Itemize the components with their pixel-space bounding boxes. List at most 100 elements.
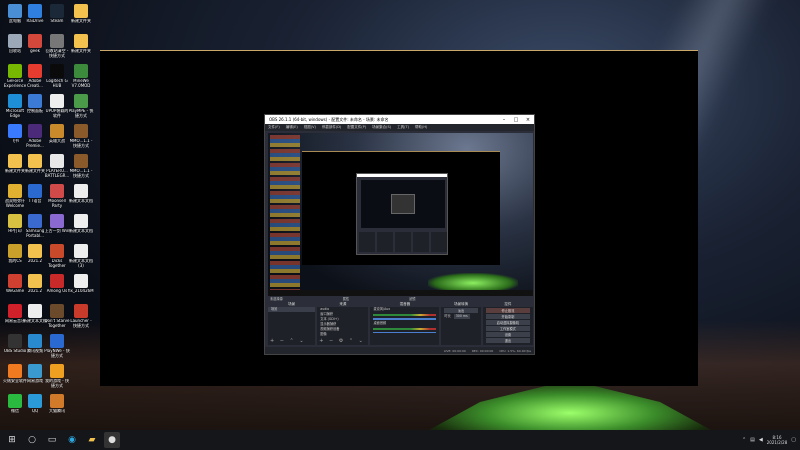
desktop-icon[interactable]: Steam: [44, 4, 70, 34]
source-item[interactable]: 图像: [317, 332, 368, 337]
desktop-icon[interactable]: 新建文件夹: [68, 4, 94, 34]
task-view-icon[interactable]: ▭: [44, 432, 60, 448]
obs-preview[interactable]: [268, 133, 533, 296]
mixer-channel-mic: 麦克风/Aux: [373, 307, 391, 311]
desktop-icon[interactable]: 新建文件夹: [68, 34, 94, 64]
control-button[interactable]: 退出: [485, 338, 530, 343]
app-icon: [50, 34, 64, 48]
desktop-icon-label: fix_210426MP: [68, 289, 94, 293]
scene-add-remove-controls[interactable]: + − ⌃ ⌄: [270, 338, 306, 344]
desktop-icon[interactable]: MMO...1.1 - 快捷方式: [68, 154, 94, 184]
menu-item[interactable]: 编辑(E): [286, 125, 298, 130]
app-icon: [28, 64, 42, 78]
menu-item[interactable]: 文件(F): [268, 125, 280, 130]
desktop-icon[interactable]: PLAYERU... BATTLEGR...: [44, 154, 70, 184]
volume-icon[interactable]: ◀: [759, 437, 763, 443]
network-icon[interactable]: ▤: [750, 437, 755, 443]
app-icon: [50, 364, 64, 378]
desktop-icon-label: Logitech G HUB: [46, 79, 68, 88]
desktop-icon[interactable]: Logitech G HUB: [44, 64, 70, 94]
menu-item[interactable]: 工具(T): [397, 125, 409, 130]
desktop-icon[interactable]: Don't Starve Together: [44, 304, 70, 334]
obs-menu-bar[interactable]: 文件(F) 编辑(E) 视图(V) 停靠部件(D) 配置文件(P) 场景集合(S) 工具(T…: [265, 124, 534, 131]
app-icon: [8, 4, 22, 18]
desktop-icon[interactable]: PlayNWe - 快捷方式: [44, 334, 70, 364]
clock[interactable]: 8:16 2021/2/28: [767, 435, 788, 445]
desktop-icon-label: [68, 409, 94, 418]
obs-status-bar: LIVE: 00:00:00 REC: 00:00:00 CPU: 1.5%, 60…: [265, 347, 534, 354]
desktop-icon-label: PlayMPE - 快捷方式: [68, 109, 94, 118]
menu-item[interactable]: 场景集合(S): [372, 125, 391, 130]
preview-desktop-icons: [270, 135, 300, 290]
control-button[interactable]: 工作室模式: [485, 326, 530, 331]
desktop-icon[interactable]: 上古一剑 Win: [44, 214, 70, 244]
desktop-icon-grid: 此电脑 RaiDrive Steam 新建文件夹 回收站 geek 回收站清空 - 快捷方式…: [0, 0, 100, 430]
desktop-volume-meter: [373, 327, 437, 330]
obs-window[interactable]: OBS 26.1.1 (64-bit, windows) - 配置文件: 未命名…: [264, 114, 535, 355]
desktop-icon[interactable]: 大猫腾讯: [44, 394, 70, 424]
desktop-icon[interactable]: 新建文本文档: [68, 184, 94, 214]
desktop-icon-label: Don't Starve Together: [44, 319, 70, 328]
control-button[interactable]: 启动虚拟摄像机: [485, 320, 530, 325]
app-icon: [28, 394, 42, 408]
desktop-icon-label: PLAYERU... BATTLEGR...: [44, 169, 70, 178]
desktop-icon[interactable]: 英雄大战: [44, 124, 70, 154]
menu-item[interactable]: 配置文件(P): [347, 125, 366, 130]
control-button[interactable]: 开始录制: [485, 314, 530, 319]
search-icon[interactable]: ○: [24, 432, 40, 448]
desktop-icon[interactable]: 回收站清空 - 快捷方式: [44, 34, 70, 64]
menu-item[interactable]: 视图(V): [304, 125, 316, 130]
app-icon: [8, 184, 22, 198]
control-button[interactable]: 设置: [485, 332, 530, 337]
app-icon: [50, 244, 64, 258]
source-add-remove-controls[interactable]: + − ⚙ ⌃ ⌄: [319, 338, 365, 344]
windows-icon[interactable]: ⊞: [4, 432, 20, 448]
menu-item[interactable]: 停靠部件(D): [322, 125, 341, 130]
minimize-icon[interactable]: –: [498, 117, 510, 123]
desktop-icon-label: Among Us: [46, 289, 68, 293]
close-icon[interactable]: ×: [522, 117, 534, 123]
desktop-icon[interactable]: 新建文本文档: [68, 214, 94, 244]
app-icon: [8, 334, 22, 348]
app-icon: [8, 124, 22, 138]
desktop-icon[interactable]: 新建文本文档 (3): [68, 244, 94, 274]
clock-date: 2021/2/28: [766, 440, 788, 445]
obs-icon[interactable]: ●: [104, 432, 120, 448]
app-icon: [28, 184, 42, 198]
desktop-icon[interactable]: Among Us: [44, 274, 70, 304]
desktop-volume-slider[interactable]: [373, 331, 437, 333]
menu-item[interactable]: 帮助(H): [415, 125, 427, 130]
maximize-icon[interactable]: □: [510, 117, 522, 123]
control-button[interactable]: 停止推流: [485, 308, 530, 313]
scene-item[interactable]: 场景: [268, 307, 316, 312]
app-icon: [8, 274, 22, 288]
desktop-icon[interactable]: Launcher - 快捷方式: [68, 304, 94, 334]
desktop-icon[interactable]: Moonsell Party: [44, 184, 70, 214]
desktop-icon[interactable]: Dicks Together: [44, 244, 70, 274]
desktop-icon[interactable]: 我的游戏 - 快捷方式: [44, 364, 70, 394]
duration-input[interactable]: 300 ms: [453, 314, 470, 319]
desktop-icon[interactable]: UPUP装载的软件: [44, 94, 70, 124]
desktop-icon[interactable]: PlayMPE - 快捷方式: [68, 94, 94, 124]
app-icon: [74, 34, 88, 48]
obs-title-text: OBS 26.1.1 (64-bit, windows) - 配置文件: 未命名…: [269, 116, 389, 122]
taskbar: ⊞ ○ ▭ ◉ ▰ ● ⌃ ▤ ◀ 8:16 2021/2/28 ▢: [0, 430, 800, 450]
obs-title-bar[interactable]: OBS 26.1.1 (64-bit, windows) - 配置文件: 未命名…: [265, 115, 534, 124]
mic-volume-slider[interactable]: [373, 318, 437, 320]
scenes-dock: 场景 场景 + − ⌃ ⌄: [268, 301, 316, 345]
desktop-icon[interactable]: MMO...1.1 - 快捷方式: [68, 124, 94, 154]
app-icon: [28, 364, 42, 378]
app-icon: [74, 364, 88, 378]
app-icon: [50, 184, 64, 198]
app-icon: [28, 244, 42, 258]
status-item: REC: 00:00:00: [471, 348, 494, 353]
edge-icon[interactable]: ◉: [64, 432, 80, 448]
notification-icon[interactable]: ▢: [791, 437, 796, 443]
desktop-icon[interactable]: fix_210426MP: [68, 274, 94, 304]
desktop-icon-label: Steam: [50, 19, 64, 23]
desktop-icon[interactable]: MineWe V7.0MOD: [68, 64, 94, 94]
mic-volume-meter: [373, 314, 437, 316]
tray-chevron-icon[interactable]: ⌃: [742, 437, 746, 443]
explorer-icon[interactable]: ▰: [84, 432, 100, 448]
transition-select[interactable]: 淡出: [444, 308, 478, 313]
